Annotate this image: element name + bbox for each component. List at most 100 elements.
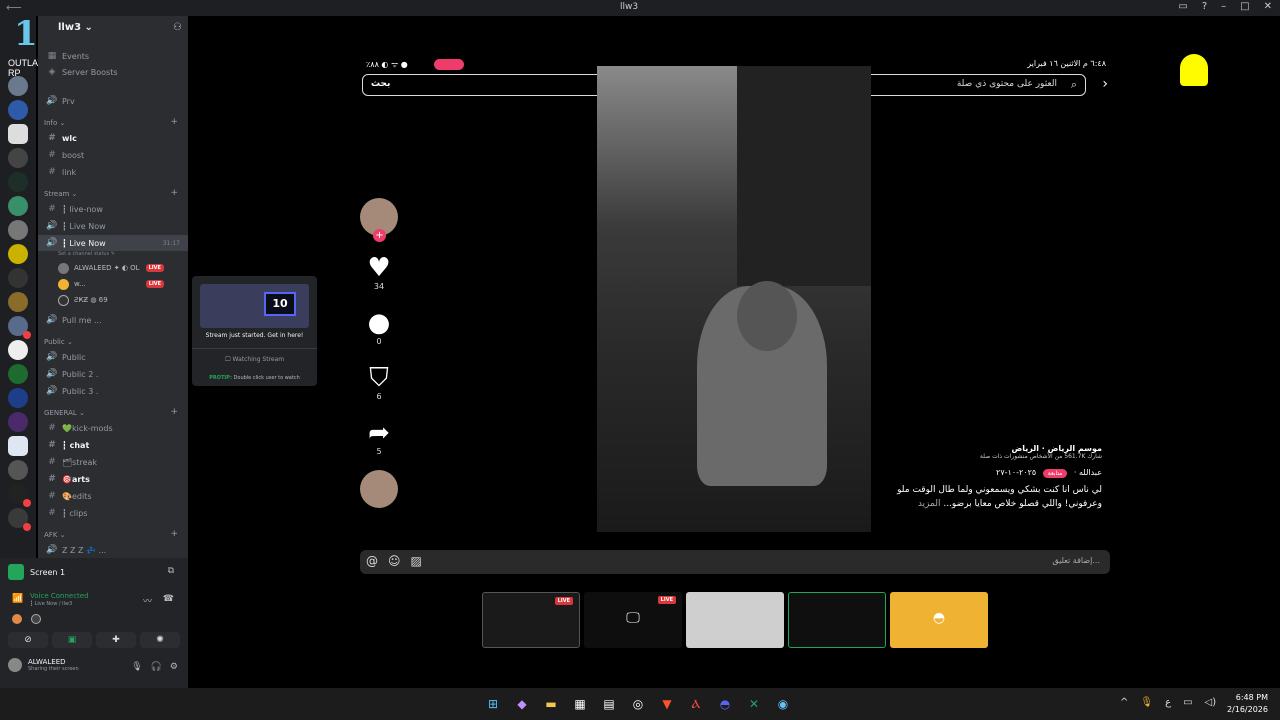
like-action[interactable]: ♥ 34	[360, 254, 398, 291]
channel-clips[interactable]: # ┇ clips	[38, 505, 188, 521]
add-friend-icon[interactable]: ⚇	[173, 22, 182, 33]
stream-tile[interactable]: LIVE 🖵	[584, 592, 682, 648]
file-explorer-icon[interactable]: ▬	[542, 695, 560, 713]
maximize-button[interactable]: □	[1240, 1, 1249, 12]
channel-prv[interactable]: 🔊 Prv	[38, 93, 188, 109]
disconnect-icon[interactable]: ☎	[163, 594, 174, 604]
voice-user-szk[interactable]: ƧҜƵ ◍ 69	[58, 293, 108, 307]
channel-public-3[interactable]: 🔊 Public 3 .	[38, 383, 188, 399]
category-info[interactable]: Info ⌄	[44, 119, 65, 127]
creator-avatar[interactable]: +	[360, 198, 398, 242]
add-channel-icon[interactable]: +	[170, 117, 178, 127]
channel-events[interactable]: ▦ Events	[38, 48, 188, 64]
activity-icon[interactable]	[12, 614, 22, 624]
discord-icon[interactable]: ◓	[716, 695, 734, 713]
channel-arts[interactable]: # 🎯arts	[38, 471, 188, 487]
sound-avatar[interactable]	[360, 470, 398, 508]
channel-edits[interactable]: # 🎨edits	[38, 488, 188, 504]
channel-public-2[interactable]: 🔊 Public 2 .	[38, 366, 188, 382]
channel-live-now-active[interactable]: 🔊 ┇ Live Now 31:17	[38, 235, 188, 251]
add-channel-icon[interactable]: +	[170, 188, 178, 198]
search-input[interactable]: العثور على محتوى ذي صلة	[957, 79, 1057, 89]
video-player[interactable]	[597, 66, 871, 532]
popout-icon[interactable]: ⧉	[168, 566, 174, 576]
voice-user-w[interactable]: w... LIVE	[58, 277, 165, 291]
channel-chat[interactable]: # ┇ chat	[38, 437, 188, 453]
stream-tile[interactable]: ◓	[890, 592, 988, 648]
system-clock[interactable]: 6:48 PM 2/16/2026	[1227, 692, 1268, 716]
server-icon[interactable]	[8, 388, 28, 408]
channel-live-now-text[interactable]: # ┇ live-now	[38, 201, 188, 217]
server-icon[interactable]	[8, 124, 28, 144]
language-indicator[interactable]: ع	[1165, 697, 1171, 708]
comment-input[interactable]: إضافة تعليق...	[1052, 556, 1100, 565]
channel-wlc[interactable]: # wlc	[38, 130, 188, 146]
server-icon[interactable]	[8, 364, 28, 384]
minimize-button[interactable]: –	[1221, 1, 1226, 12]
volume-icon[interactable]: ◁)	[1205, 697, 1217, 708]
noise-suppression-icon[interactable]: 〰	[143, 594, 152, 607]
server-icon[interactable]	[8, 340, 28, 360]
server-icon[interactable]	[8, 148, 28, 168]
screen-share-label[interactable]: Screen 1	[8, 564, 65, 580]
network-icon[interactable]: ▭	[1183, 697, 1192, 708]
stream-tile[interactable]	[686, 592, 784, 648]
forward-chevron-icon[interactable]: ›	[1102, 76, 1108, 92]
steam-icon[interactable]: ◉	[774, 695, 792, 713]
store-icon[interactable]: ▦	[571, 695, 589, 713]
search-button[interactable]: بحث	[371, 79, 390, 89]
category-stream[interactable]: Stream ⌄	[44, 190, 77, 198]
channel-boost[interactable]: # boost	[38, 147, 188, 163]
server-icon[interactable]	[8, 412, 28, 432]
channel-pull-me[interactable]: 🔊 Pull me ...	[38, 312, 188, 328]
channel-zzz[interactable]: 🔊 Z Z Z 💤 ...	[38, 542, 188, 558]
server-icon[interactable]	[8, 316, 31, 339]
close-button[interactable]: ✕	[1264, 1, 1272, 12]
excel-icon[interactable]: ✕	[745, 695, 763, 713]
user-area[interactable]: ALWALEED Sharing their screen	[8, 658, 79, 672]
server-icon[interactable]	[8, 100, 28, 120]
add-channel-icon[interactable]: +	[170, 529, 178, 539]
server-icon[interactable]	[8, 508, 31, 531]
author-name[interactable]: عبدالله ·	[1074, 468, 1102, 477]
adobe-icon[interactable]: Ⲁ	[687, 695, 705, 713]
server-icon[interactable]	[8, 292, 28, 312]
channel-kick-mods[interactable]: # 💚kick-mods	[38, 420, 188, 436]
channel-name[interactable]: موسم الرياض · الرياض	[872, 444, 1103, 453]
headphones-icon[interactable]: 🎧	[151, 662, 162, 672]
server-icon[interactable]	[8, 220, 28, 240]
voice-channel-path[interactable]: ┇ Live Now / llw3	[30, 601, 72, 607]
mention-icon[interactable]: @	[366, 554, 378, 568]
brave-icon[interactable]: ▼	[658, 695, 676, 713]
start-menu-icon[interactable]: ⊞	[484, 695, 502, 713]
calculator-icon[interactable]: ▤	[600, 695, 618, 713]
server-icon[interactable]	[8, 460, 28, 480]
activities-icon[interactable]: ✚	[96, 632, 136, 648]
back-arrow-icon[interactable]: ⟵	[6, 1, 22, 14]
category-general[interactable]: GENERAL ⌄	[44, 409, 85, 417]
channel-link[interactable]: # link	[38, 164, 188, 180]
image-icon[interactable]: ▨	[411, 554, 422, 568]
server-icon[interactable]	[8, 196, 28, 216]
comment-bar[interactable]: @ ☺ ▨ إضافة تعليق...	[360, 550, 1110, 574]
channel-live-now-voice[interactable]: 🔊 ┇ Live Now	[38, 218, 188, 234]
share-screen-icon[interactable]: ▣	[52, 632, 92, 648]
server-icon[interactable]	[8, 436, 28, 456]
obs-icon[interactable]: ◎	[629, 695, 647, 713]
camera-off-icon[interactable]: ⊘	[8, 632, 48, 648]
voice-user-alwaleed[interactable]: ALWALEED ✦ ◐ OL LIVE	[58, 261, 164, 275]
server-name[interactable]: llw3 ⌄	[58, 22, 93, 33]
server-icon[interactable]	[8, 172, 28, 192]
channel-status[interactable]: Set a channel status ✎	[58, 251, 115, 257]
watch-stream-button[interactable]: 🖵 Watching Stream	[192, 356, 317, 364]
help-icon[interactable]: ?	[1202, 1, 1207, 12]
share-action[interactable]: ➦ 5	[360, 419, 398, 456]
stream-preview-popover[interactable]: 10 Stream just started. Get in here! 🖵 W…	[192, 276, 317, 386]
server-icon[interactable]	[8, 484, 31, 507]
mic-tray-icon[interactable]: 🎙	[1140, 697, 1153, 708]
activity-icon[interactable]	[31, 614, 41, 624]
comment-action[interactable]: ● 0	[360, 309, 398, 346]
category-afk[interactable]: AFK ⌄	[44, 531, 66, 539]
channel-streak[interactable]: # 🗂streak	[38, 454, 188, 470]
more-link[interactable]: المزيد	[918, 499, 941, 509]
